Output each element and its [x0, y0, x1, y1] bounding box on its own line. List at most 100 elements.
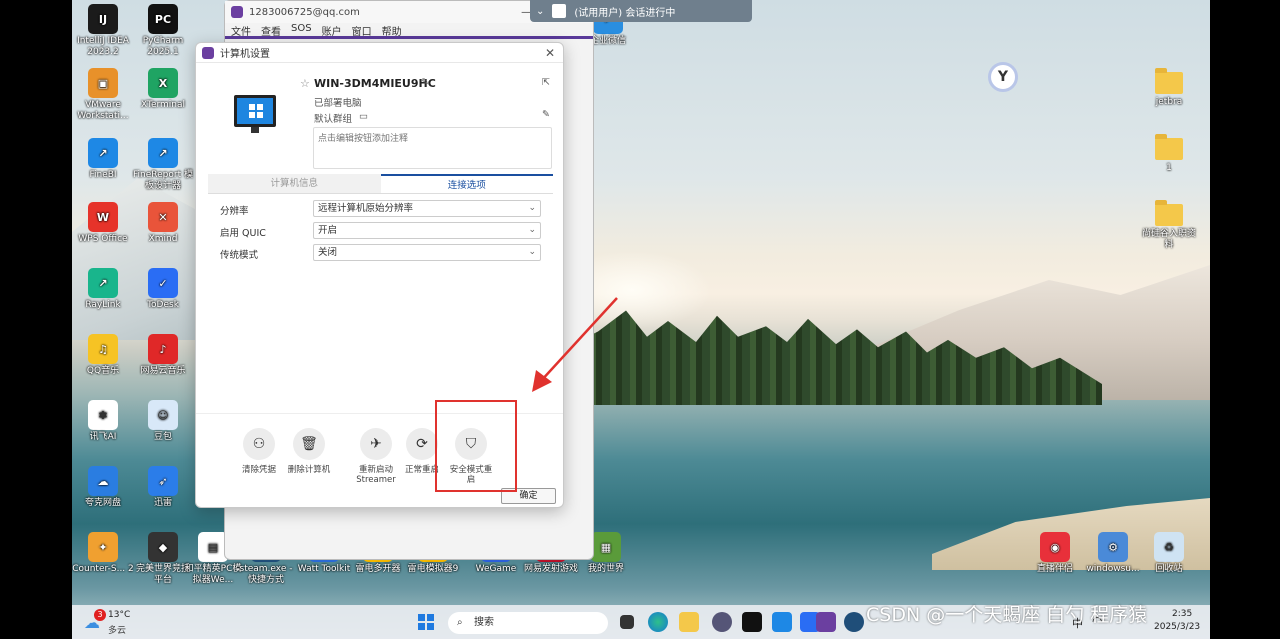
- quic-label: 启用 QUIC: [220, 228, 266, 239]
- clock-date[interactable]: 2025/3/23: [1154, 622, 1200, 632]
- note-edit-icon[interactable]: ✎: [542, 109, 550, 120]
- menu-help[interactable]: 帮助: [382, 23, 402, 38]
- account-label: 1283006725@qq.com: [249, 6, 360, 18]
- desktop-icon-5[interactable]: ↗ FineReport 模板设计器: [132, 138, 194, 192]
- menu-view[interactable]: 查看: [261, 23, 281, 38]
- highlight-box: [435, 400, 517, 492]
- desktop-icon-28[interactable]: 1: [1138, 134, 1200, 174]
- desktop-icon-14[interactable]: ☁ 夸克网盘: [72, 466, 134, 509]
- edge-icon[interactable]: [648, 612, 668, 632]
- taskbar-search[interactable]: ⌕ 搜索: [448, 612, 608, 634]
- perfect-world-icon: ◆: [148, 532, 178, 562]
- desktop-icon-30[interactable]: ◉ 直播伴侣: [1024, 532, 1086, 575]
- clear-credentials-button[interactable]: ⚇ 清除凭据: [234, 428, 284, 475]
- desktop-icon-29[interactable]: 尚硅谷入职资料: [1138, 200, 1200, 251]
- desktop-icon-label: 网易云音乐: [140, 366, 186, 376]
- quark-icon: ☁: [88, 466, 118, 496]
- desktop-icon-9[interactable]: ✓ ToDesk: [132, 268, 194, 311]
- desktop-icon-31[interactable]: ⚙ windowsu...: [1082, 532, 1144, 575]
- restart-icon: ⟳: [406, 428, 438, 460]
- desktop-icon-label: 夸克网盘: [84, 498, 121, 508]
- qqmusic-icon: ♫: [88, 334, 118, 364]
- task-view-icon[interactable]: [620, 615, 634, 629]
- desktop-icon-15[interactable]: ➶ 迅雷: [132, 466, 194, 509]
- desktop-icon-label: Counter-S... 2: [72, 564, 134, 574]
- chevron-down-icon: ⌄: [528, 203, 536, 213]
- desktop-icon-label: ToDesk: [147, 300, 179, 310]
- restart-streamer-button[interactable]: ✈ 重新启动 Streamer: [351, 428, 401, 485]
- intellij-taskbar-icon[interactable]: [742, 612, 762, 632]
- todesk-icon: ✓: [148, 268, 178, 298]
- star-icon[interactable]: ☆: [300, 77, 310, 90]
- chevron-down-icon[interactable]: ⌄: [536, 6, 544, 17]
- desktop-icon-13[interactable]: ☺ 豆包: [132, 400, 194, 443]
- desktop-icon-3[interactable]: X XTerminal: [132, 68, 194, 111]
- popout-icon[interactable]: ⇱: [542, 77, 550, 88]
- desktop-icon-11[interactable]: ♪ 网易云音乐: [132, 334, 194, 377]
- annotation-arrow: [532, 297, 618, 392]
- desktop-icon-label: XTerminal: [140, 100, 186, 110]
- settings-gear-icon[interactable]: [712, 612, 732, 632]
- menu-file[interactable]: 文件: [231, 23, 251, 38]
- note-field[interactable]: [313, 127, 552, 169]
- legacy-mode-select[interactable]: 关闭 ⌄: [313, 244, 541, 261]
- desktop-icon-label: 雷电多开器: [355, 564, 401, 574]
- desktop-icon-8[interactable]: ↗ RayLink: [72, 268, 134, 311]
- desktop-icon-label: steam.exe - 快捷方式: [239, 564, 293, 585]
- delete-computer-button[interactable]: 🗑 删除计算机: [284, 428, 334, 475]
- desktop-icon-label: VMware Workstati...: [77, 100, 129, 121]
- desktop-icon-label: RayLink: [85, 300, 121, 310]
- start-icon[interactable]: [418, 614, 434, 630]
- session-bar: ⌄ (试用用户) 会话进行中: [530, 0, 752, 22]
- chevron-down-icon: ⌄: [528, 225, 536, 235]
- desktop-icon-label: FineReport 模板设计器: [133, 170, 193, 191]
- edit-icon[interactable]: ✎: [421, 77, 429, 88]
- desktop-icon-10[interactable]: ♫ QQ音乐: [72, 334, 134, 377]
- normal-restart-label: 正常重启: [404, 465, 439, 475]
- clock-time[interactable]: 2:35: [1172, 609, 1192, 619]
- desktop-icon-7[interactable]: ✕ Xmind: [132, 202, 194, 245]
- close-icon[interactable]: ✕: [545, 46, 555, 60]
- desktop-icon-4[interactable]: ↗ FineBI: [72, 138, 134, 181]
- desktop-icon-label: jetbra: [1155, 97, 1183, 107]
- desktop-icon-label: windowsu...: [1086, 564, 1140, 574]
- desktop-icon-label: 网易发射游戏: [523, 564, 578, 574]
- desktop-icon-2[interactable]: ▣ VMware Workstati...: [72, 68, 134, 122]
- tab-connection-options[interactable]: 连接选项: [380, 174, 553, 193]
- app-logo-icon: [231, 6, 243, 18]
- desktop-icon-0[interactable]: IJ IntelliJ IDEA 2023.2: [72, 4, 134, 58]
- folder-icon: [1155, 134, 1183, 160]
- quic-select[interactable]: 开启 ⌄: [313, 222, 541, 239]
- desktop-icon-1[interactable]: PC PyCharm 2025.1: [132, 4, 194, 58]
- search-placeholder: 搜索: [474, 617, 494, 628]
- desktop-icon-label: 尚硅谷入职资料: [1141, 229, 1196, 250]
- desktop-icon-6[interactable]: W WPS Office: [72, 202, 134, 245]
- legacy-mode-label: 传统模式: [220, 250, 259, 261]
- group-edit-icon[interactable]: ▭: [359, 111, 368, 122]
- search-icon: ⌕: [457, 617, 463, 628]
- desktop-icon-12[interactable]: ✱ 讯飞AI: [72, 400, 134, 443]
- session-status: (试用用户) 会话进行中: [574, 7, 676, 19]
- finebi-icon: ↗: [88, 138, 118, 168]
- floating-assistant-icon[interactable]: Y: [988, 62, 1018, 92]
- remote-client-taskbar-icon[interactable]: [816, 612, 836, 632]
- steam-taskbar-icon[interactable]: [844, 612, 864, 632]
- resolution-select[interactable]: 远程计算机原始分辨率 ⌄: [313, 200, 541, 217]
- menu-account[interactable]: 账户: [322, 23, 342, 38]
- wps-icon: W: [88, 202, 118, 232]
- tab-computer-info[interactable]: 计算机信息: [208, 174, 381, 193]
- xunlei-icon: ➶: [148, 466, 178, 496]
- desktop-icon-16[interactable]: ✦ Counter-S... 2: [72, 532, 134, 575]
- desktop-icon-label: 直播伴侣: [1036, 564, 1073, 574]
- dialog-title: 计算机设置: [220, 49, 270, 60]
- menu-window[interactable]: 窗口: [352, 23, 372, 38]
- settings-tabs: 计算机信息 连接选项: [208, 174, 553, 194]
- finereport-taskbar-icon[interactable]: [772, 612, 792, 632]
- desktop-icon-32[interactable]: ♻ 回收站: [1138, 532, 1200, 575]
- file-explorer-icon[interactable]: [679, 612, 699, 632]
- menu-sos[interactable]: SOS: [291, 23, 312, 36]
- minecraft-icon: ▦: [591, 532, 621, 562]
- xmind-icon: ✕: [148, 202, 178, 232]
- desktop-icon-27[interactable]: jetbra: [1138, 68, 1200, 108]
- chevron-down-icon: ⌄: [528, 247, 536, 257]
